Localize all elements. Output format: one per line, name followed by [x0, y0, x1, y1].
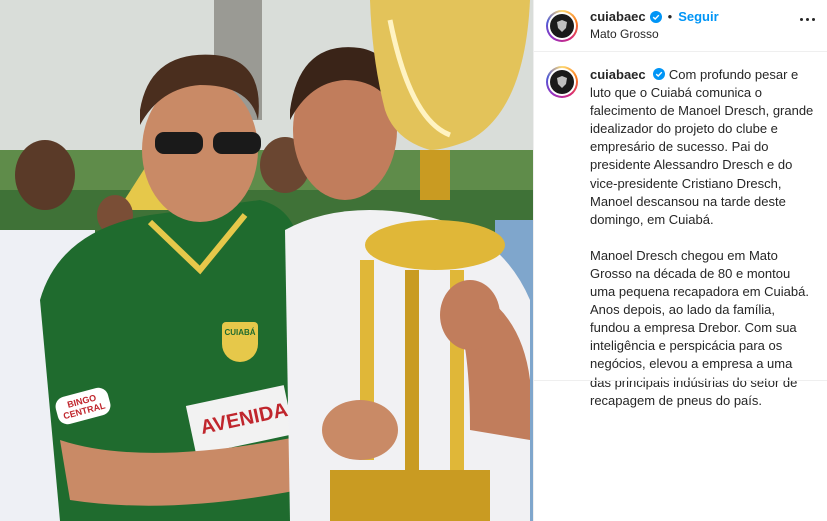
separator-dot: • — [667, 9, 673, 24]
divider — [534, 380, 827, 381]
caption-avatar[interactable] — [546, 66, 578, 98]
more-options-icon[interactable] — [800, 18, 815, 21]
caption-paragraph-1: cuiabaec Com profundo pesar e luto que o… — [590, 66, 814, 229]
follow-button[interactable]: Seguir — [678, 9, 718, 25]
location-link[interactable]: Mato Grosso — [590, 27, 719, 42]
photo-illustration — [0, 0, 533, 521]
club-badge: CUIABÁ — [222, 322, 258, 362]
username[interactable]: cuiabaec — [590, 9, 646, 25]
club-crest-icon — [557, 76, 567, 88]
post-sidebar: cuiabaec • Seguir Mato Grosso cuiabaec C… — [533, 0, 827, 521]
caption-text-1: Com profundo pesar e luto que o Cuiabá c… — [590, 67, 814, 227]
post-photo[interactable]: AVENIDA BINGO CENTRAL CUIABÁ — [0, 0, 533, 521]
post-header: cuiabaec • Seguir Mato Grosso — [534, 0, 827, 52]
verified-badge-icon — [653, 68, 666, 80]
caption-paragraph-2: Manoel Dresch chegou em Mato Grosso na d… — [590, 247, 809, 408]
caption-username[interactable]: cuiabaec — [590, 67, 646, 82]
verified-badge-icon — [649, 11, 662, 23]
caption: cuiabaec Com profundo pesar e luto que o… — [534, 52, 827, 410]
club-crest-icon — [557, 19, 567, 32]
avatar[interactable] — [546, 9, 578, 42]
